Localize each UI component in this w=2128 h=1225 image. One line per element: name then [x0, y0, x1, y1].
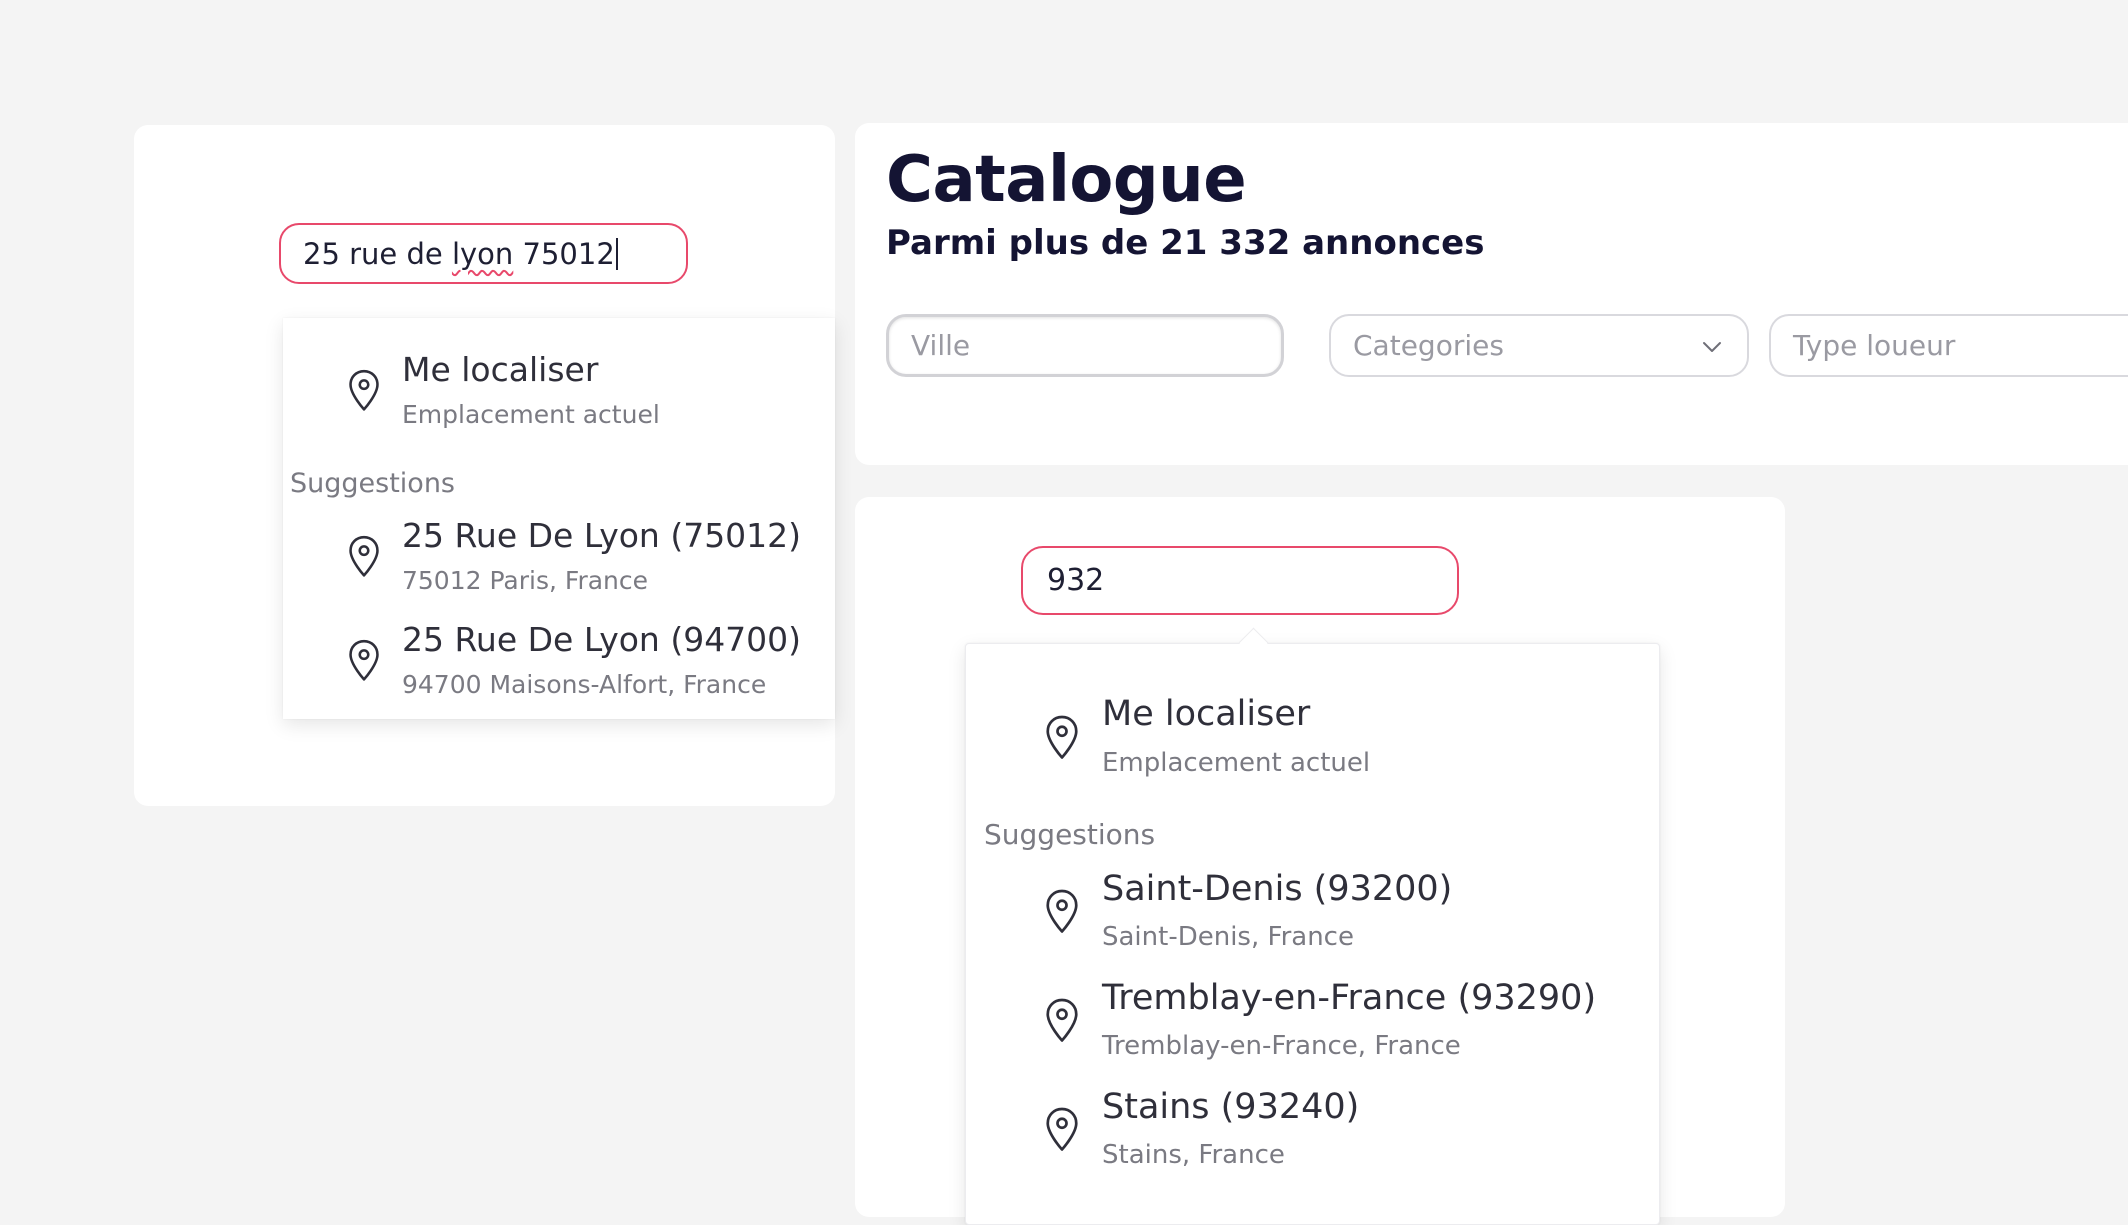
map-pin-icon [1046, 715, 1078, 759]
address-input-text: 25 rue de [303, 236, 452, 271]
suggestion-subtitle: Stains, France [1102, 1140, 1285, 1170]
page-subtitle: Parmi plus de 21 332 annonces [886, 223, 1485, 263]
city-filter-input[interactable]: Ville [886, 314, 1284, 377]
city-search-input-text: 932 [1047, 563, 1105, 598]
suggestion-subtitle: Tremblay-en-France, France [1102, 1031, 1461, 1061]
page-title: Catalogue [886, 143, 1247, 217]
suggestion-title: 25 Rue De Lyon (94700) [402, 620, 802, 659]
map-pin-icon [349, 535, 379, 577]
owner-type-select[interactable]: Type loueur [1769, 314, 2128, 377]
map-pin-icon [1046, 889, 1078, 933]
owner-type-placeholder: Type loueur [1793, 329, 1956, 362]
chevron-down-icon [1703, 342, 1721, 352]
suggestion-subtitle: Saint-Denis, France [1102, 922, 1354, 952]
map-pin-icon [1046, 1107, 1078, 1151]
text-caret [615, 237, 618, 270]
suggestion-title: 25 Rue De Lyon (75012) [402, 516, 802, 555]
map-pin-icon [1046, 998, 1078, 1042]
address-input[interactable]: 25 rue de lyon 75012 [279, 223, 688, 284]
map-pin-icon [349, 639, 379, 681]
suggestions-label: Suggestions [290, 468, 455, 499]
suggestion-subtitle: 94700 Maisons-Alfort, France [402, 670, 767, 699]
locate-me-subtitle: Emplacement actuel [402, 400, 660, 429]
locate-me-title: Me localiser [1102, 694, 1311, 734]
suggestions-label: Suggestions [984, 818, 1156, 851]
suggestion-title: Stains (93240) [1102, 1087, 1360, 1127]
suggestion-title: Saint-Denis (93200) [1102, 869, 1453, 909]
city-filter-placeholder: Ville [911, 329, 971, 362]
suggestion-title: Tremblay-en-France (93290) [1102, 978, 1597, 1018]
categories-select[interactable]: Categories [1329, 314, 1749, 377]
locate-me-subtitle: Emplacement actuel [1102, 748, 1371, 778]
suggestion-subtitle: 75012 Paris, France [402, 566, 649, 595]
address-input-misspelled-word: lyon [451, 236, 514, 271]
city-search-input[interactable]: 932 [1021, 546, 1459, 615]
categories-select-placeholder: Categories [1353, 329, 1504, 362]
address-input-text-rest: 75012 [513, 236, 615, 271]
locate-me-title: Me localiser [402, 350, 599, 389]
map-pin-icon [349, 369, 379, 411]
